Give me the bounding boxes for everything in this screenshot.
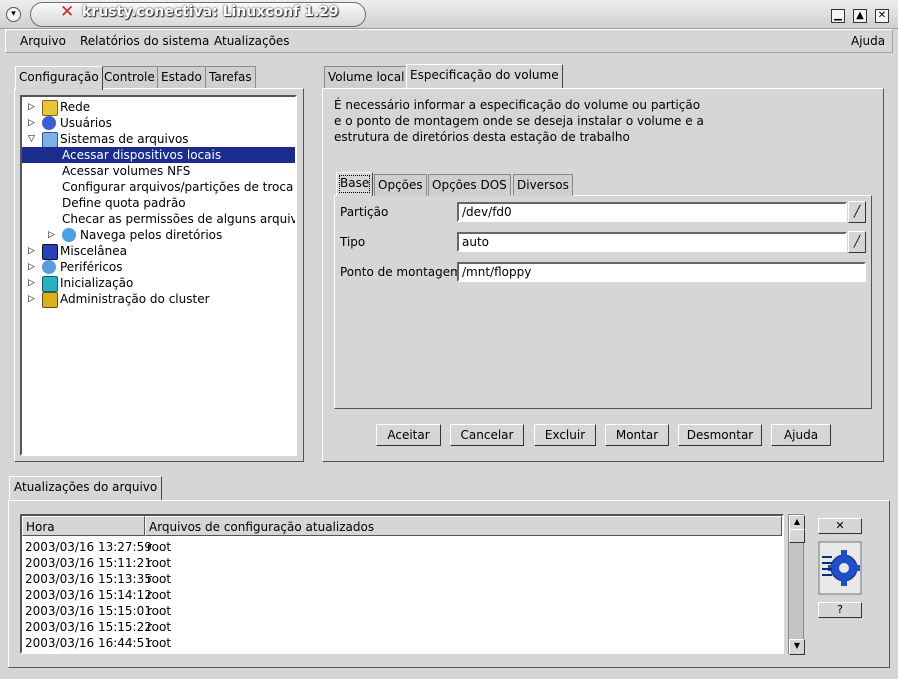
tab-base[interactable]: Base: [336, 172, 374, 196]
table-row[interactable]: 2003/03/16 13:27:59 root: [25, 539, 171, 555]
tab-controle[interactable]: Controle: [100, 66, 159, 88]
tab-especificacao-volume[interactable]: Especificação do volume: [406, 64, 563, 88]
tab-volume-local[interactable]: Volume local: [324, 66, 409, 88]
menu-ajuda[interactable]: Ajuda: [851, 34, 885, 48]
minimize-button[interactable]: ▁: [831, 9, 845, 23]
expand-icon[interactable]: ▷: [28, 275, 38, 291]
scroll-thumb[interactable]: [789, 529, 805, 543]
filesystem-icon: [42, 132, 58, 148]
expand-icon[interactable]: ▷: [28, 259, 38, 275]
montar-button[interactable]: Montar: [605, 424, 669, 446]
scroll-down-icon[interactable]: ▼: [789, 639, 805, 655]
tipo-field[interactable]: auto: [457, 232, 847, 252]
cluster-icon: [42, 292, 58, 308]
tab-tarefas[interactable]: Tarefas: [205, 66, 256, 88]
updates-table: Hora Arquivos de configuração atualizado…: [20, 514, 784, 654]
ponto-montagem-label: Ponto de montagem: [340, 265, 462, 279]
inner-panel: [334, 195, 872, 409]
tree-item-dispositivos-locais[interactable]: Acessar dispositivos locais: [22, 147, 295, 163]
desmontar-button[interactable]: Desmontar: [678, 424, 762, 446]
window-title: krusty.conectiva: Linuxconf 1.29: [82, 4, 339, 20]
expand-icon[interactable]: ▷: [28, 291, 38, 307]
column-header-hora[interactable]: Hora: [22, 516, 145, 536]
peripherals-icon: [42, 260, 56, 274]
table-row[interactable]: 2003/03/16 15:13:35 root: [25, 571, 171, 587]
expand-icon[interactable]: ▷: [28, 115, 38, 131]
x-logo-icon: ✕: [60, 2, 75, 22]
users-icon: [42, 116, 56, 130]
ponto-montagem-field[interactable]: /mnt/floppy: [457, 262, 866, 282]
table-row[interactable]: 2003/03/16 15:15:01 root: [25, 603, 171, 619]
maximize-button[interactable]: ▲: [853, 9, 867, 23]
table-row[interactable]: 2003/03/16 15:15:22 root: [25, 619, 171, 635]
boot-icon: [42, 276, 58, 292]
ajuda-button[interactable]: Ajuda: [771, 424, 831, 446]
network-icon: [42, 100, 58, 116]
particao-field[interactable]: /dev/fd0: [457, 202, 847, 222]
particao-dropdown-icon[interactable]: ╱: [848, 201, 866, 223]
close-button[interactable]: ✕: [875, 9, 889, 23]
menu-atualizacoes[interactable]: Atualizações: [214, 34, 290, 48]
tab-opcoes[interactable]: Opções: [374, 174, 427, 196]
cancelar-button[interactable]: Cancelar: [450, 424, 524, 446]
tab-diversos[interactable]: Diversos: [513, 174, 573, 196]
tab-atualizacoes-arquivo[interactable]: Atualizações do arquivo: [9, 476, 163, 500]
window-menu-button[interactable]: ▾: [6, 7, 21, 22]
table-row[interactable]: 2003/03/16 15:11:21 root: [25, 555, 171, 571]
tab-opcoes-dos[interactable]: Opções DOS: [428, 174, 511, 196]
tab-configuracao[interactable]: Configuração: [15, 66, 103, 90]
browse-icon: [62, 228, 76, 242]
config-tree: ▷ Rede ▷ Usuários ▽ Sistemas de arquivos…: [20, 95, 297, 456]
column-header-arquivos[interactable]: Arquivos de configuração atualizados: [145, 516, 782, 536]
table-row[interactable]: 2003/03/16 16:44:51 root: [25, 635, 171, 651]
tipo-dropdown-icon[interactable]: ╱: [848, 231, 866, 253]
gear-logo-icon: [818, 541, 862, 595]
description-text: É necessário informar a especificação do…: [334, 98, 704, 144]
expand-icon[interactable]: ▷: [28, 243, 38, 259]
vertical-scrollbar[interactable]: ▲ ▼: [788, 514, 805, 655]
collapse-icon[interactable]: ▽: [28, 131, 38, 147]
aceitar-button[interactable]: Aceitar: [376, 424, 441, 446]
particao-label: Partição: [340, 205, 389, 219]
expand-icon[interactable]: ▷: [48, 227, 58, 243]
menu-relatorios[interactable]: Relatórios do sistema: [80, 34, 209, 48]
help-log-button[interactable]: ?: [818, 602, 862, 618]
tipo-label: Tipo: [340, 235, 366, 249]
table-row[interactable]: 2003/03/16 15:14:12 root: [25, 587, 171, 603]
excluir-button[interactable]: Excluir: [534, 424, 596, 446]
menu-arquivo[interactable]: Arquivo: [20, 34, 66, 48]
expand-icon[interactable]: ▷: [28, 99, 38, 115]
tab-estado[interactable]: Estado: [157, 66, 206, 88]
close-log-button[interactable]: ✕: [818, 518, 862, 534]
misc-icon: [42, 244, 58, 260]
